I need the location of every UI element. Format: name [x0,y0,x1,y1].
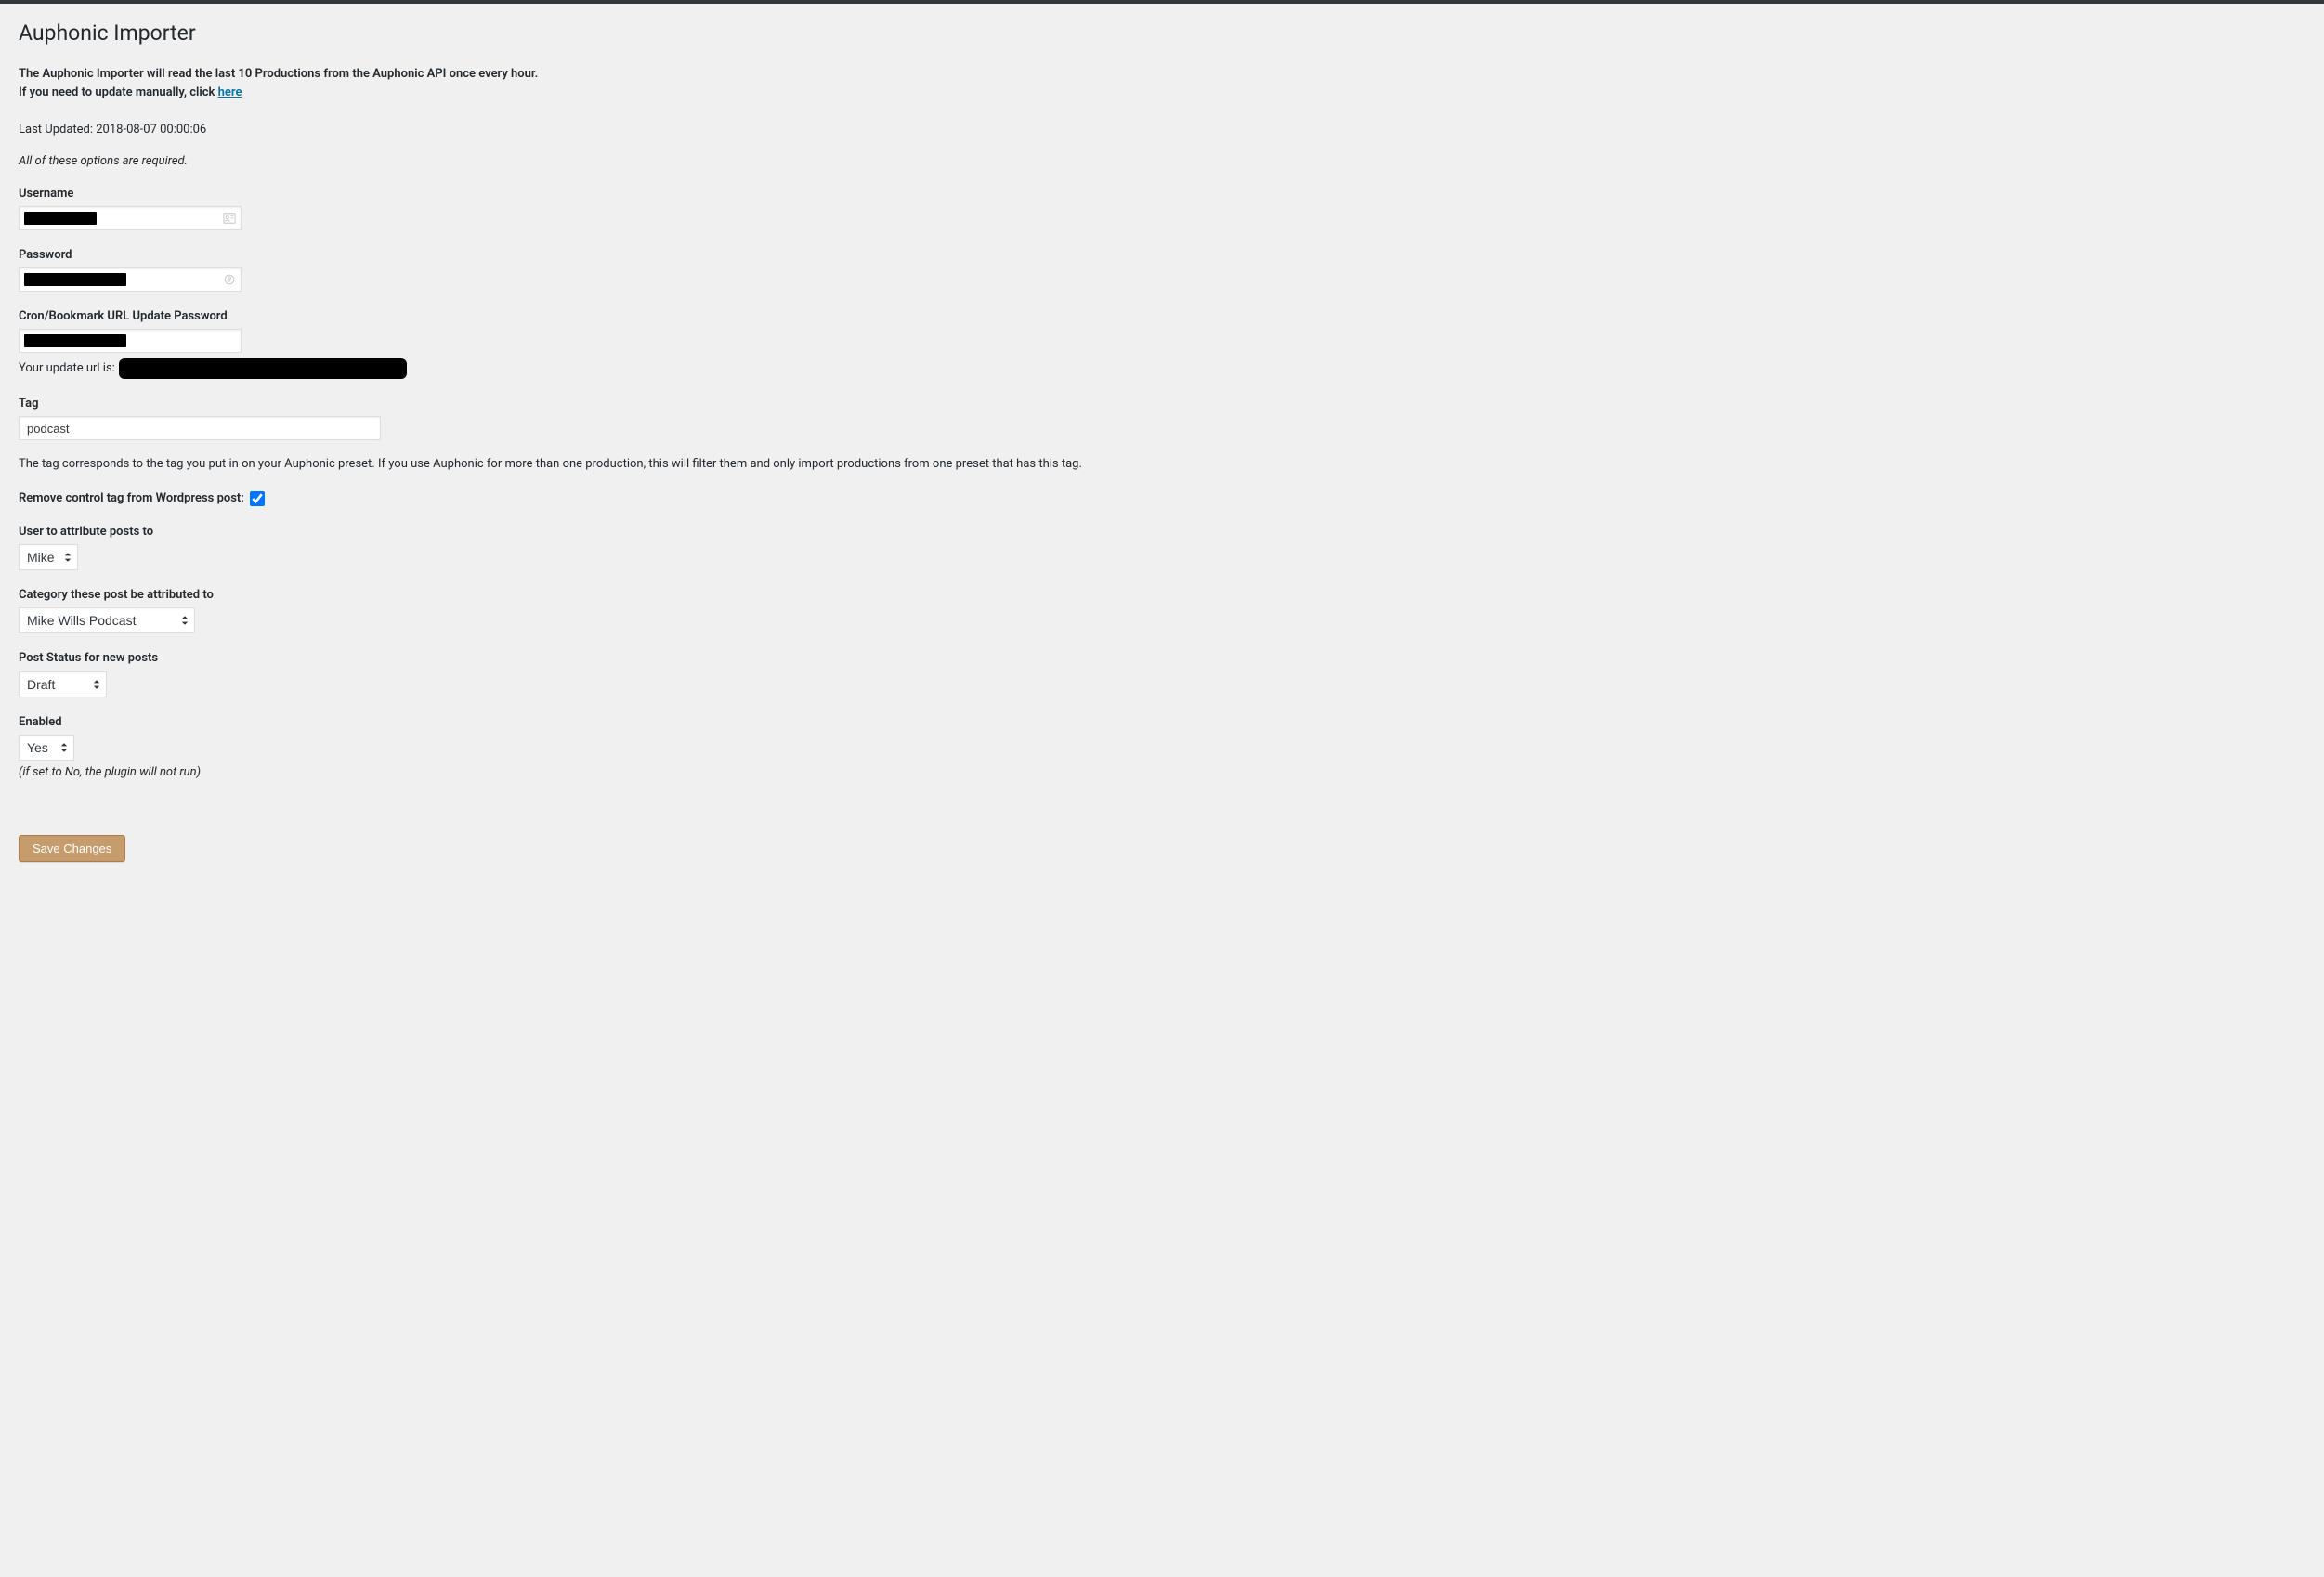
enabled-note: (if set to No, the plugin will not run) [19,764,2305,781]
category-label: Category these post be attributed to [19,587,2305,604]
redacted-bar [24,334,126,347]
password-label: Password [19,247,2305,264]
cron-password-field-group: Cron/Bookmark URL Update Password Your u… [19,308,2305,379]
page-wrap: Auphonic Importer The Auphonic Importer … [0,4,2324,899]
user-attribute-field-group: User to attribute posts to Mike [19,524,2305,570]
user-attribute-select[interactable]: Mike [19,544,78,570]
username-field-group: Username [19,186,2305,230]
tag-description: The tag corresponds to the tag you put i… [19,455,2305,474]
category-field-group: Category these post be attributed to Mik… [19,587,2305,633]
post-status-field-group: Post Status for new posts Draft [19,650,2305,697]
enabled-label: Enabled [19,714,2305,731]
redacted-bar [24,273,126,286]
post-status-select[interactable]: Draft [19,671,107,697]
last-updated-label: Last Updated: [19,123,96,137]
save-button[interactable]: Save Changes [19,835,125,862]
manual-update-link[interactable]: here [218,85,242,99]
tag-field-group: Tag The tag corresponds to the tag you p… [19,396,2305,474]
key-icon [223,273,236,286]
redacted-url [119,358,407,379]
update-url-helper: Your update url is: [19,358,2305,379]
last-updated: Last Updated: 2018-08-07 00:00:06 [19,122,2305,138]
username-label: Username [19,186,2305,202]
redacted-bar [24,212,97,225]
tag-label: Tag [19,396,2305,412]
contact-card-icon [223,212,236,225]
remove-control-tag-checkbox[interactable] [250,491,265,506]
password-field-group: Password [19,247,2305,292]
intro-line-2-prefix: If you need to update manually, click [19,85,218,99]
enabled-field-group: Enabled Yes (if set to No, the plugin wi… [19,714,2305,781]
update-url-prefix: Your update url is: [19,360,115,377]
required-note: All of these options are required. [19,153,2305,170]
intro-text: The Auphonic Importer will read the last… [19,65,2305,101]
user-attribute-label: User to attribute posts to [19,524,2305,541]
last-updated-value: 2018-08-07 00:00:06 [96,123,206,137]
remove-control-tag-field: Remove control tag from Wordpress post: [19,490,2305,507]
cron-password-label: Cron/Bookmark URL Update Password [19,308,2305,325]
page-title: Auphonic Importer [19,19,2305,48]
tag-input[interactable] [19,416,381,440]
category-select[interactable]: Mike Wills Podcast [19,607,195,633]
remove-control-tag-label: Remove control tag from Wordpress post: [19,490,244,507]
post-status-label: Post Status for new posts [19,650,2305,667]
intro-line-1: The Auphonic Importer will read the last… [19,67,538,81]
enabled-select[interactable]: Yes [19,735,74,761]
